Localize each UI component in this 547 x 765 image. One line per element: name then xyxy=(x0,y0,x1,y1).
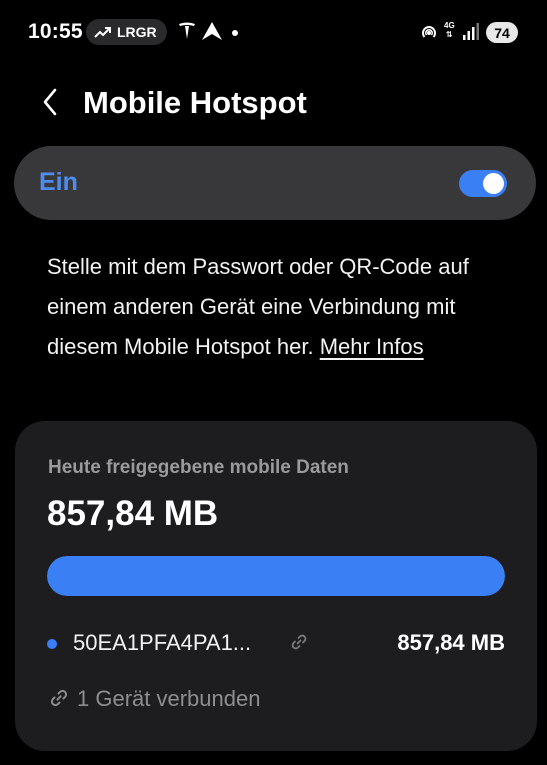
network-type: 4G ⇅ xyxy=(444,21,455,39)
connected-devices-text: 1 Gerät verbunden xyxy=(77,686,261,711)
status-time: 10:55 xyxy=(28,20,83,43)
back-button[interactable] xyxy=(34,86,66,122)
device-name: 50EA1PFA4PA1... xyxy=(73,630,252,655)
hotspot-icon xyxy=(419,22,439,47)
data-heading: Heute freigegebene mobile Daten xyxy=(48,457,349,478)
switch-knob xyxy=(483,173,504,194)
status-bar: 10:55 LRGR 4G ⇅ 74 xyxy=(0,0,547,64)
device-color-dot xyxy=(47,639,57,649)
chevron-left-icon xyxy=(42,88,58,121)
hotspot-switch[interactable] xyxy=(459,170,507,197)
usage-bar-fill xyxy=(47,556,505,596)
trending-up-icon xyxy=(94,26,112,38)
tesla-icon xyxy=(177,21,197,46)
device-row[interactable]: 50EA1PFA4PA1... 857,84 MB xyxy=(47,623,505,663)
arrow-app-icon xyxy=(201,21,223,46)
toggle-label: Ein xyxy=(39,168,78,196)
signal-icon xyxy=(463,22,479,45)
page-title: Mobile Hotspot xyxy=(83,85,307,120)
notification-dot-icon xyxy=(232,30,238,36)
data-usage-card: Heute freigegebene mobile Daten 857,84 M… xyxy=(15,421,537,751)
more-info-link[interactable]: Mehr Infos xyxy=(320,334,424,359)
usage-bar xyxy=(47,556,505,596)
pill-label: LRGR xyxy=(117,24,157,40)
data-total: 857,84 MB xyxy=(47,494,219,533)
description: Stelle mit dem Passwort oder QR-Code auf… xyxy=(47,247,517,367)
link-icon xyxy=(289,632,309,657)
hotspot-toggle-card[interactable]: Ein xyxy=(14,146,536,220)
device-usage: 857,84 MB xyxy=(397,630,505,655)
battery-indicator: 74 xyxy=(486,22,518,43)
link-icon xyxy=(48,687,70,714)
header: Mobile Hotspot xyxy=(0,70,547,138)
live-activity-pill[interactable]: LRGR xyxy=(86,19,167,45)
